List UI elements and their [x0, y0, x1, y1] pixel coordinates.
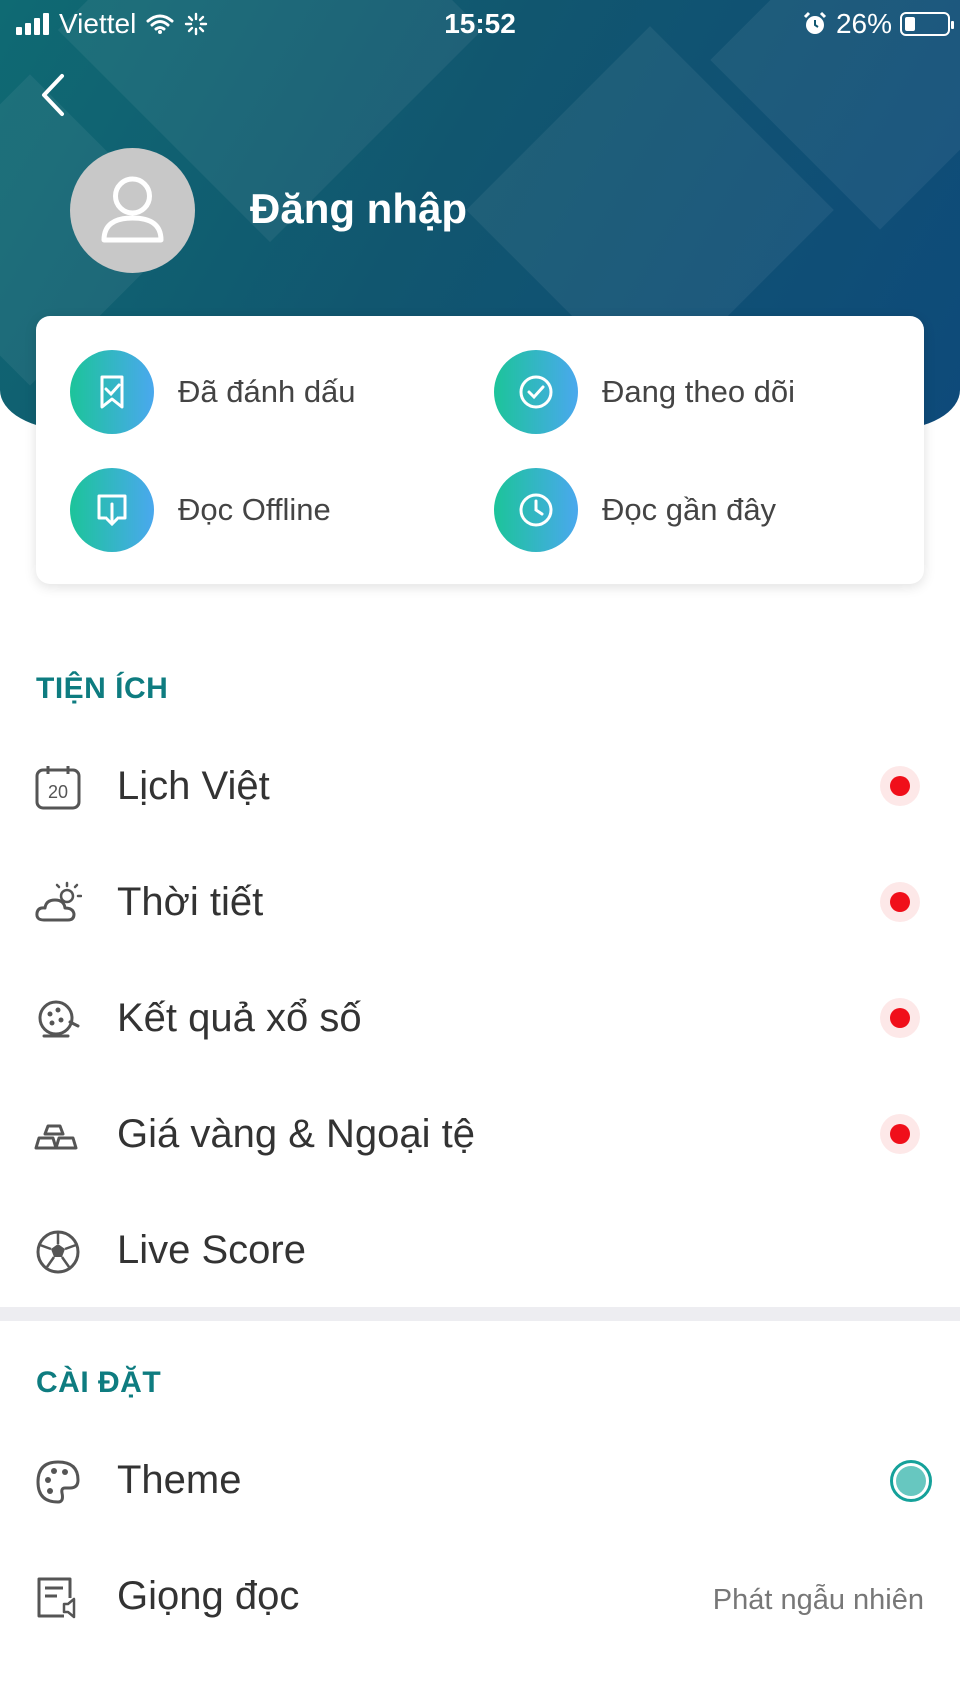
list-item-weather[interactable]: Thời tiết [0, 844, 960, 960]
chevron-left-icon [42, 74, 64, 116]
notification-badge [880, 882, 920, 922]
notification-badge [880, 766, 920, 806]
lottery-icon [38, 1000, 80, 1038]
battery-icon [900, 12, 954, 36]
list-item-label: Giá vàng & Ngoại tệ [117, 1112, 475, 1156]
quick-action-label: Đang theo dõi [602, 374, 796, 409]
quick-action-following[interactable]: Đang theo dõi [494, 350, 795, 434]
bookmark-icon [70, 350, 154, 434]
palette-icon [36, 1460, 80, 1504]
quick-actions-card: Đã đánh dấu Đang theo dõi Đọc Offline Đọ… [36, 316, 924, 584]
list-item-calendar[interactable]: 20 Lịch Việt [0, 728, 960, 844]
voice-icon [37, 1577, 76, 1619]
battery-percent: 26% [835, 8, 892, 39]
gold-bars-icon [34, 1124, 78, 1150]
theme-color-swatch[interactable] [890, 1460, 932, 1502]
calendar-icon: 20 [35, 766, 81, 810]
quick-action-label: Đã đánh dấu [178, 374, 356, 409]
list-item-gold-price[interactable]: Giá vàng & Ngoại tệ [0, 1076, 960, 1192]
list-item-label: Theme [117, 1458, 242, 1502]
list-item-label: Giọng đọc [117, 1574, 300, 1618]
section-divider [0, 1307, 960, 1321]
section-title-utilities: TIỆN ÍCH [36, 672, 169, 705]
quick-action-bookmarked[interactable]: Đã đánh dấu [70, 350, 356, 434]
status-bar: Viettel 15:52 26% [0, 0, 960, 50]
list-item-label: Lịch Việt [117, 764, 270, 808]
weather-icon [35, 881, 82, 922]
calendar-day: 20 [48, 782, 68, 802]
list-item-label: Live Score [117, 1228, 306, 1272]
list-item-live-score[interactable]: Live Score [0, 1192, 960, 1308]
voice-setting-value: Phát ngẫu nhiên [712, 1584, 924, 1616]
back-button[interactable] [34, 70, 74, 120]
soccer-ball-icon [36, 1230, 80, 1274]
list-item-voice[interactable]: Giọng đọc Phát ngẫu nhiên [0, 1538, 960, 1654]
quick-action-recent[interactable]: Đọc gần đây [494, 468, 776, 552]
list-item-label: Kết quả xổ số [117, 996, 362, 1040]
check-circle-icon [494, 350, 578, 434]
download-icon [70, 468, 154, 552]
section-title-settings: CÀI ĐẶT [36, 1366, 162, 1399]
avatar[interactable] [70, 148, 195, 273]
alarm-icon [803, 11, 827, 34]
notification-badge [880, 998, 920, 1038]
clock-icon [494, 468, 578, 552]
notification-badge [880, 1114, 920, 1154]
list-item-label: Thời tiết [117, 880, 264, 924]
quick-action-offline[interactable]: Đọc Offline [70, 468, 331, 552]
login-link[interactable]: Đăng nhập [250, 185, 467, 233]
user-icon [101, 176, 164, 243]
list-item-lottery[interactable]: Kết quả xổ số [0, 960, 960, 1076]
list-item-theme[interactable]: Theme [0, 1422, 960, 1538]
quick-action-label: Đọc gần đây [602, 492, 777, 527]
quick-action-label: Đọc Offline [178, 492, 331, 527]
